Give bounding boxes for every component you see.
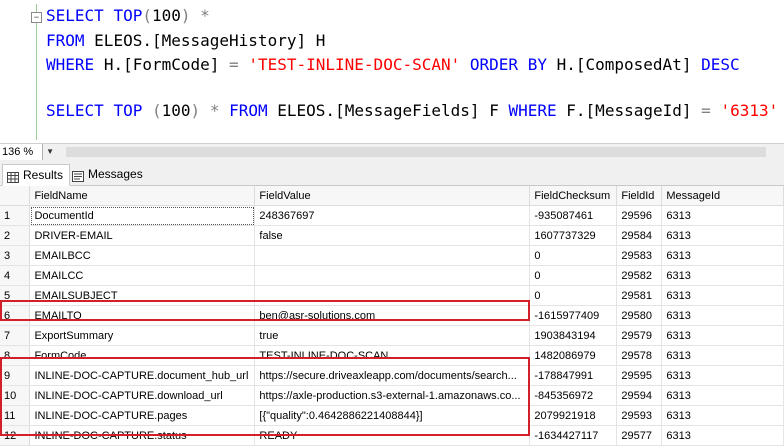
results-tabbar: Results Messages — [0, 161, 784, 186]
cell-fieldid[interactable]: 29577 — [616, 425, 663, 446]
cell-fieldname[interactable]: ExportSummary — [29, 325, 256, 346]
cell-fieldid[interactable]: 29582 — [616, 265, 663, 286]
row-number[interactable]: 7 — [0, 325, 31, 346]
row-number[interactable]: 1 — [0, 205, 31, 226]
code-line-1: SELECT TOP(100) * — [46, 6, 210, 25]
cell-fieldname[interactable]: DRIVER-EMAIL — [29, 225, 256, 246]
cell-messageid[interactable]: 6313 — [661, 245, 784, 266]
code-line-3: WHERE H.[FormCode] = 'TEST-INLINE-DOC-SC… — [46, 55, 740, 74]
row-number[interactable]: 2 — [0, 225, 31, 246]
table-row[interactable]: 7 ExportSummary true 1903843194 29579 6313 — [0, 325, 784, 346]
editor-statusbar: 136 % ▼ — [0, 143, 784, 162]
cell-fieldchecksum[interactable]: -1615977409 — [529, 305, 618, 326]
zoom-value: 136 % — [2, 146, 34, 158]
table-row[interactable]: 4 EMAILCC 0 29582 6313 — [0, 265, 784, 286]
row-number[interactable]: 3 — [0, 245, 31, 266]
cell-fieldchecksum[interactable]: -178847991 — [529, 365, 618, 386]
cell-fieldname[interactable]: DocumentId — [29, 205, 256, 226]
table-row[interactable]: 3 EMAILBCC 0 29583 6313 — [0, 245, 784, 266]
cell-fieldid[interactable]: 29578 — [616, 345, 663, 366]
cell-fieldvalue[interactable]: false — [254, 225, 531, 246]
outline-gutter — [36, 4, 37, 140]
header-row: FieldName FieldValue FieldChecksum Field… — [0, 186, 784, 206]
cell-fieldid[interactable]: 29579 — [616, 325, 663, 346]
column-header-fieldchecksum[interactable]: FieldChecksum — [529, 186, 618, 206]
code-line-5: SELECT TOP (100) * FROM ELEOS.[MessageFi… — [46, 101, 779, 120]
cell-fieldchecksum[interactable]: -1634427117 — [529, 425, 618, 446]
cell-messageid[interactable]: 6313 — [661, 305, 784, 326]
cell-fieldname[interactable]: EMAILBCC — [29, 245, 256, 266]
code-line-2: FROM ELEOS.[MessageHistory] H — [46, 31, 326, 50]
cell-fieldchecksum[interactable]: 0 — [529, 245, 618, 266]
cell-messageid[interactable]: 6313 — [661, 325, 784, 346]
zoom-select[interactable]: 136 % ▼ — [0, 144, 54, 160]
cell-fieldchecksum[interactable]: -935087461 — [529, 205, 618, 226]
cell-messageid[interactable]: 6313 — [661, 345, 784, 366]
grid-icon — [7, 169, 19, 183]
cell-fieldchecksum[interactable]: 0 — [529, 285, 618, 306]
collapse-toggle-icon[interactable]: − — [31, 12, 42, 23]
cell-messageid[interactable]: 6313 — [661, 285, 784, 306]
table-row[interactable]: 1 DocumentId 248367697 -935087461 29596 6313 — [0, 205, 784, 226]
cell-fieldid[interactable]: 29584 — [616, 225, 663, 246]
horizontal-scrollbar[interactable] — [66, 147, 766, 157]
results-grid[interactable]: FieldName FieldValue FieldChecksum Field… — [0, 186, 784, 446]
cell-fieldchecksum[interactable]: 0 — [529, 265, 618, 286]
cell-fieldvalue[interactable]: true — [254, 325, 531, 346]
cell-messageid[interactable]: 6313 — [661, 405, 784, 426]
tab-results-label: Results — [23, 168, 64, 182]
cell-messageid[interactable]: 6313 — [661, 385, 784, 406]
tab-results[interactable]: Results — [2, 164, 71, 186]
cell-fieldchecksum[interactable]: 1482086979 — [529, 345, 618, 366]
table-row[interactable]: 2 DRIVER-EMAIL false 1607737329 29584 6313 — [0, 225, 784, 246]
row-number-header[interactable] — [0, 186, 31, 206]
cell-fieldid[interactable]: 29581 — [616, 285, 663, 306]
row-number[interactable]: 4 — [0, 265, 31, 286]
highlight-box-emailto — [0, 300, 530, 321]
messages-icon — [72, 168, 84, 182]
cell-messageid[interactable]: 6313 — [661, 365, 784, 386]
cell-fieldid[interactable]: 29595 — [616, 365, 663, 386]
cell-messageid[interactable]: 6313 — [661, 425, 784, 446]
tab-messages-label: Messages — [88, 167, 143, 181]
cell-fieldchecksum[interactable]: -845356972 — [529, 385, 618, 406]
cell-fieldid[interactable]: 29580 — [616, 305, 663, 326]
column-header-fieldid[interactable]: FieldId — [616, 186, 663, 206]
cell-fieldid[interactable]: 29596 — [616, 205, 663, 226]
cell-fieldvalue[interactable] — [254, 265, 531, 286]
cell-fieldvalue[interactable] — [254, 245, 531, 266]
cell-messageid[interactable]: 6313 — [661, 225, 784, 246]
tab-messages[interactable]: Messages — [68, 164, 149, 184]
cell-fieldchecksum[interactable]: 2079921918 — [529, 405, 618, 426]
cell-messageid[interactable]: 6313 — [661, 205, 784, 226]
cell-fieldchecksum[interactable]: 1903843194 — [529, 325, 618, 346]
column-header-fieldvalue[interactable]: FieldValue — [254, 186, 531, 206]
cell-fieldname[interactable]: EMAILCC — [29, 265, 256, 286]
cell-fieldid[interactable]: 29583 — [616, 245, 663, 266]
column-header-fieldname[interactable]: FieldName — [29, 186, 256, 206]
cell-fieldvalue[interactable]: 248367697 — [254, 205, 531, 226]
column-header-messageid[interactable]: MessageId — [661, 186, 784, 206]
cell-messageid[interactable]: 6313 — [661, 265, 784, 286]
query-editor[interactable]: − SELECT TOP(100) * FROM ELEOS.[MessageH… — [0, 0, 784, 143]
cell-fieldid[interactable]: 29594 — [616, 385, 663, 406]
chevron-down-icon: ▼ — [46, 147, 54, 156]
cell-fieldchecksum[interactable]: 1607737329 — [529, 225, 618, 246]
cell-fieldid[interactable]: 29593 — [616, 405, 663, 426]
highlight-box-inline-doc-capture — [0, 357, 530, 436]
